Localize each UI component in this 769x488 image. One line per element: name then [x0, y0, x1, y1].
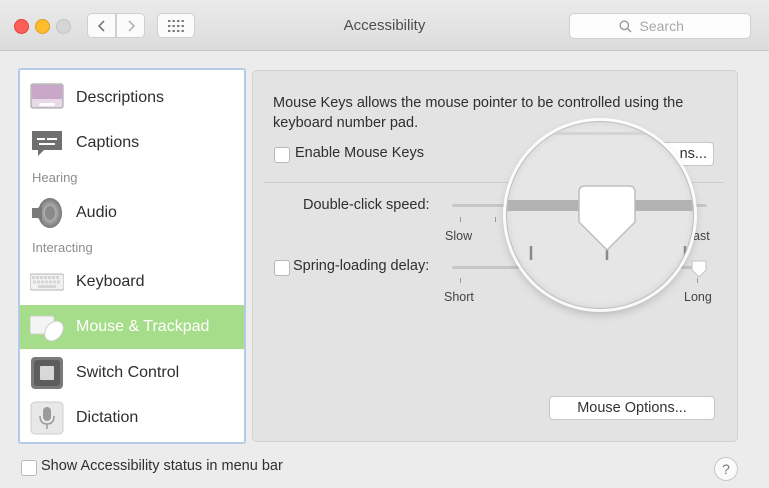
help-button[interactable]: ?: [714, 457, 738, 481]
mouse-keys-description-line2: keyboard number pad.: [273, 115, 419, 131]
sidebar-section-hearing: Hearing: [32, 170, 78, 185]
slider-tick: [697, 278, 698, 283]
sidebar-item-label: Descriptions: [76, 89, 165, 106]
speaker-icon: [32, 198, 62, 228]
double-click-speed-label: Double-click speed:: [303, 197, 430, 213]
spring-loading-slider-knob[interactable]: [690, 259, 708, 279]
mouse-options-button[interactable]: Mouse Options...: [549, 396, 715, 420]
sidebar-section-interacting: Interacting: [32, 240, 93, 255]
sidebar-item-keyboard[interactable]: Keyboard: [20, 260, 244, 304]
magnifier-overlay: [506, 121, 694, 309]
spring-loading-max-label: Long: [684, 290, 712, 304]
spring-loading-delay-label: Spring-loading delay:: [293, 258, 430, 274]
sidebar-item-captions[interactable]: Captions: [20, 121, 244, 165]
keyboard-icon: [30, 273, 64, 291]
microphone-icon: [30, 401, 64, 435]
sidebar-item-label: Keyboard: [76, 273, 145, 290]
slider-tick: [460, 217, 461, 222]
sidebar-item-mouse-trackpad[interactable]: Mouse & Trackpad: [20, 305, 244, 349]
search-field[interactable]: [569, 13, 751, 39]
spring-loading-checkbox[interactable]: [274, 260, 290, 276]
enable-mouse-keys-checkbox[interactable]: [274, 147, 290, 163]
double-click-min-label: Slow: [445, 229, 473, 243]
sidebar-item-label: Mouse & Trackpad: [76, 318, 210, 335]
sidebar: Descriptions Captions Hearing Audio Inte…: [18, 68, 246, 444]
mouse-keys-description-line1: Mouse Keys allows the mouse pointer to b…: [273, 95, 684, 111]
show-status-in-menu-bar-checkbox[interactable]: [21, 460, 37, 476]
descriptions-icon: [30, 83, 64, 109]
search-icon: [618, 19, 632, 33]
show-status-in-menu-bar-label: Show Accessibility status in menu bar: [41, 458, 283, 474]
mouse-trackpad-icon: [30, 315, 64, 342]
sidebar-item-audio[interactable]: Audio: [20, 191, 244, 235]
spring-loading-min-label: Short: [444, 290, 474, 304]
mouse-options-label: Mouse Options...: [577, 400, 687, 416]
sidebar-item-dictation[interactable]: Dictation: [20, 396, 244, 440]
slider-tick: [460, 278, 461, 283]
sidebar-item-label: Audio: [76, 204, 117, 221]
double-click-max-label: ast: [693, 229, 710, 243]
switch-control-icon: [31, 357, 63, 389]
enable-mouse-keys-label: Enable Mouse Keys: [295, 145, 424, 161]
sidebar-item-label: Dictation: [76, 409, 139, 426]
sidebar-item-descriptions[interactable]: Descriptions: [20, 76, 244, 120]
captions-icon: [32, 131, 62, 156]
sidebar-item-label: Switch Control: [76, 364, 180, 381]
help-icon: ?: [722, 461, 730, 477]
sidebar-item-label: Captions: [76, 134, 140, 151]
sidebar-item-switch-control[interactable]: Switch Control: [20, 351, 244, 395]
options-button-label: ns...: [679, 146, 707, 162]
title-bar: Accessibility: [0, 0, 769, 51]
slider-tick: [495, 217, 496, 222]
magnified-slider-knob: [507, 132, 693, 260]
search-input[interactable]: [637, 17, 702, 35]
